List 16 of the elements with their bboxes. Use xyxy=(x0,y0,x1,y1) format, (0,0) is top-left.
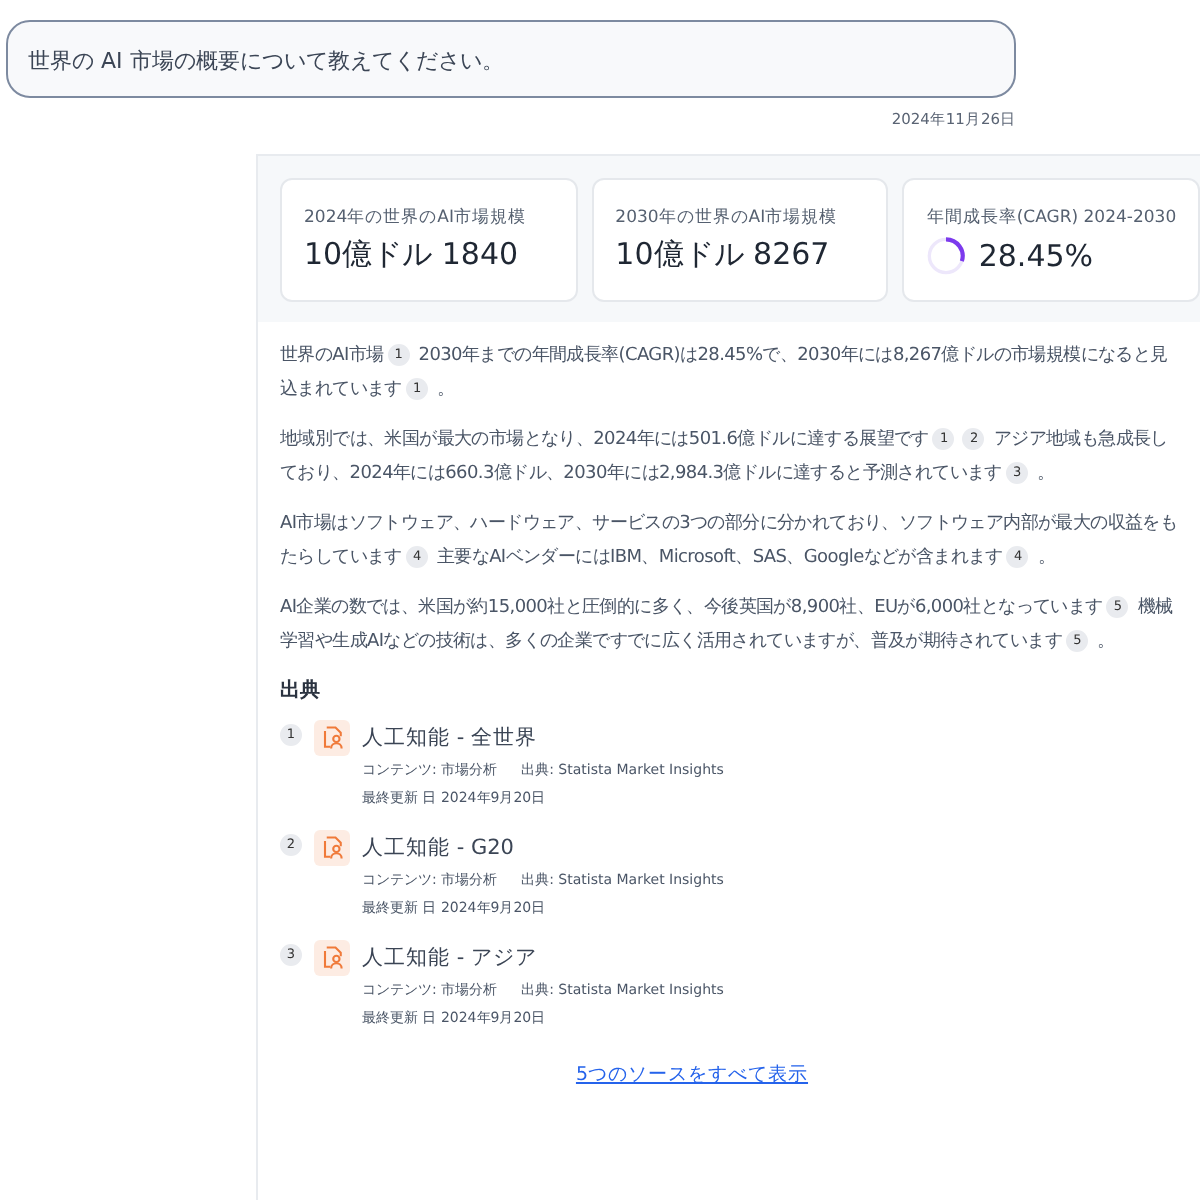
stat-label: 2030年の世界のAI市場規模 xyxy=(615,206,840,230)
stat-value: 28.45% xyxy=(978,237,1094,273)
document-person-icon xyxy=(314,830,350,866)
progress-ring-icon xyxy=(926,235,967,275)
source-title[interactable]: 人工知能 - 全世界 xyxy=(362,724,724,752)
stat-label: 年間成長率(CAGR) 2024-2030 xyxy=(926,205,1179,229)
show-all-link[interactable]: 5つのソースをすべて表示 xyxy=(575,1064,809,1086)
document-person-icon xyxy=(314,720,350,756)
source-title[interactable]: 人工知能 - G20 xyxy=(362,834,724,862)
source-title[interactable]: 人工知能 - アジア xyxy=(362,944,724,972)
stat-label: 2024年の世界のAI市場規模 xyxy=(304,206,528,230)
stat-value: 10億ドル 1840 xyxy=(304,236,519,274)
question-bubble: 世界の AI 市場の概要について教えてください。 xyxy=(6,20,1016,98)
stat-value: 10億ドル 8267 xyxy=(615,236,830,274)
document-person-icon xyxy=(314,940,350,976)
sources-heading: 出典 xyxy=(280,677,322,704)
